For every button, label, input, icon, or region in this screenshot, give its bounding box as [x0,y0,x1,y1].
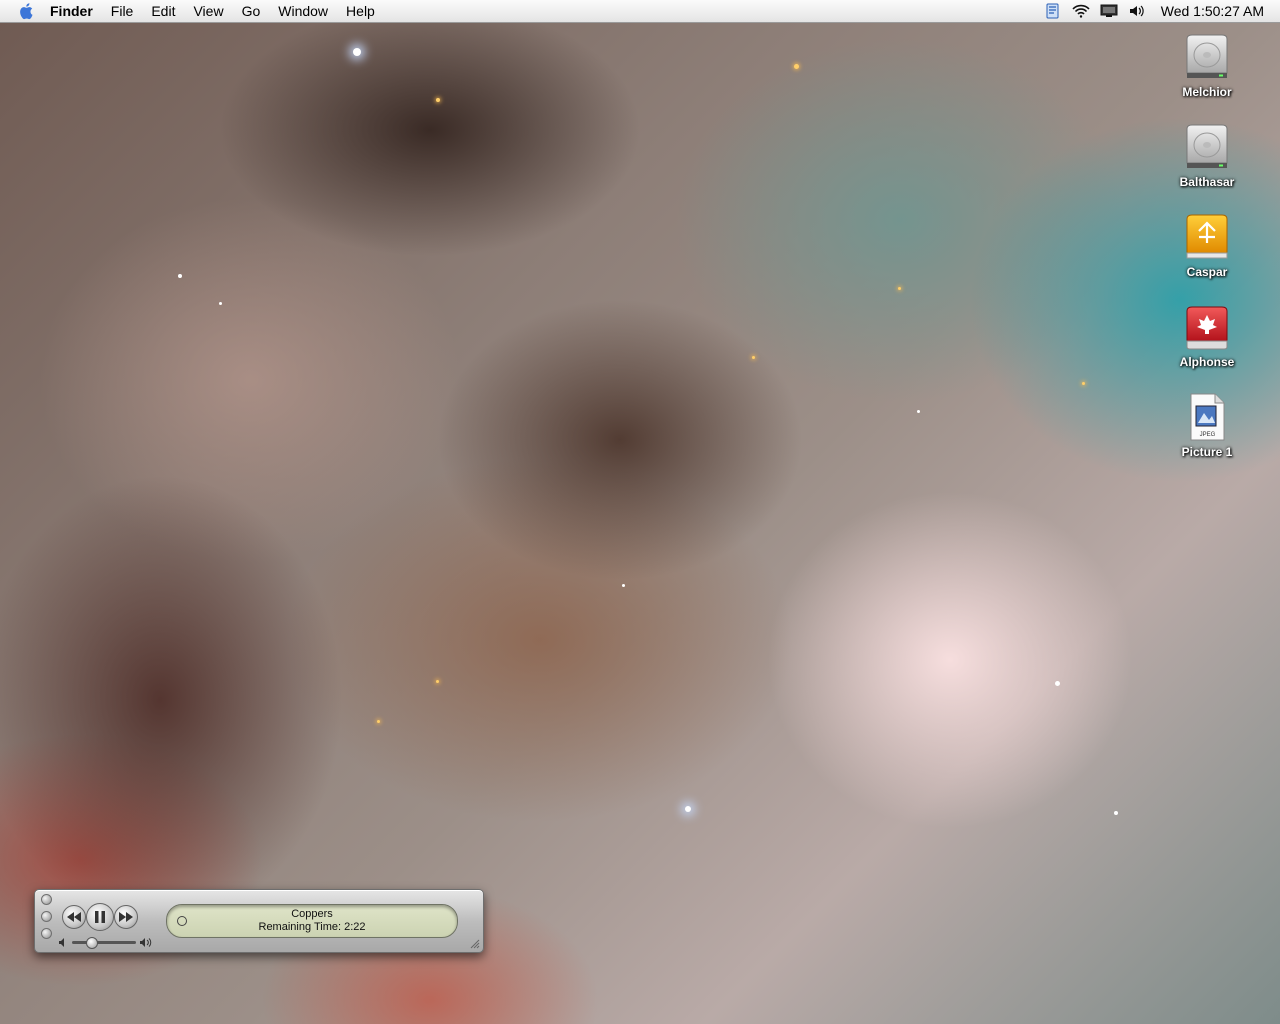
menu-finder[interactable]: Finder [48,0,102,22]
star [219,302,222,305]
play-indicator-icon [177,916,187,926]
volume-high-icon [140,938,152,947]
pause-button[interactable] [86,903,114,931]
desktop-icon-alphonse[interactable]: Alphonse [1167,303,1247,369]
hard-drive-icon [1183,33,1231,81]
desktop-icon-balthasar[interactable]: Balthasar [1167,123,1247,189]
desktop-icon-picture-1[interactable]: JPEG Picture 1 [1167,393,1247,459]
menu-edit[interactable]: Edit [142,0,184,22]
firewire-drive-icon [1183,213,1231,261]
menu-go[interactable]: Go [233,0,270,22]
star [622,584,625,587]
star [794,64,799,69]
star [1055,681,1060,686]
remaining-time: Remaining Time: 2:22 [258,921,366,933]
star [377,720,380,723]
star [898,287,901,290]
apple-icon[interactable] [18,2,36,20]
desktop-icon-label: Balthasar [1179,175,1235,189]
itunes-mini-player[interactable]: Coppers Remaining Time: 2:22 [34,889,484,953]
star [917,410,920,413]
desktop-icon-label: Alphonse [1179,355,1235,369]
star [353,48,361,56]
star [1114,811,1118,815]
previous-track-button[interactable] [62,905,86,929]
star [685,806,691,812]
menu-view[interactable]: View [184,0,232,22]
volume-icon[interactable] [1128,3,1146,19]
red-disk-icon [1183,303,1231,351]
menu-bar: Finder File Edit View Go Window Help Wed… [0,0,1280,23]
volume-slider-knob[interactable] [85,937,98,949]
resize-grip-icon[interactable] [470,939,480,949]
star [752,356,755,359]
desktop-icon-label: Picture 1 [1181,445,1233,459]
jpeg-file-icon: JPEG [1183,393,1231,441]
volume-slider[interactable] [72,937,136,949]
menu-help[interactable]: Help [337,0,384,22]
menu-clock[interactable]: Wed 1:50:27 AM [1151,3,1280,19]
minimize-button[interactable] [41,911,52,922]
pause-icon [95,911,105,923]
volume-low-icon [59,938,64,947]
airport-icon[interactable] [1072,3,1090,19]
desktop-icon-caspar[interactable]: Caspar [1167,213,1247,279]
close-button[interactable] [41,894,52,905]
star [1082,382,1085,385]
hard-drive-icon [1183,123,1231,171]
star [178,274,182,278]
jpeg-badge: JPEG [1200,432,1216,438]
menu-window[interactable]: Window [269,0,337,22]
rewind-icon [67,912,81,922]
desktop-icon-melchior[interactable]: Melchior [1167,33,1247,99]
display-icon[interactable] [1100,3,1118,19]
script-icon[interactable] [1044,3,1062,19]
zoom-button[interactable] [41,928,52,939]
track-title: Coppers [291,908,333,920]
desktop-icon-label: Caspar [1186,265,1228,279]
now-playing-display[interactable]: Coppers Remaining Time: 2:22 [166,904,458,938]
menu-file[interactable]: File [102,0,143,22]
next-track-button[interactable] [114,905,138,929]
fast-forward-icon [119,912,133,922]
desktop-icon-label: Melchior [1182,85,1232,99]
star [436,98,440,102]
menu-extras: Wed 1:50:27 AM [1039,0,1280,22]
star [436,680,439,683]
volume-control [59,937,152,949]
